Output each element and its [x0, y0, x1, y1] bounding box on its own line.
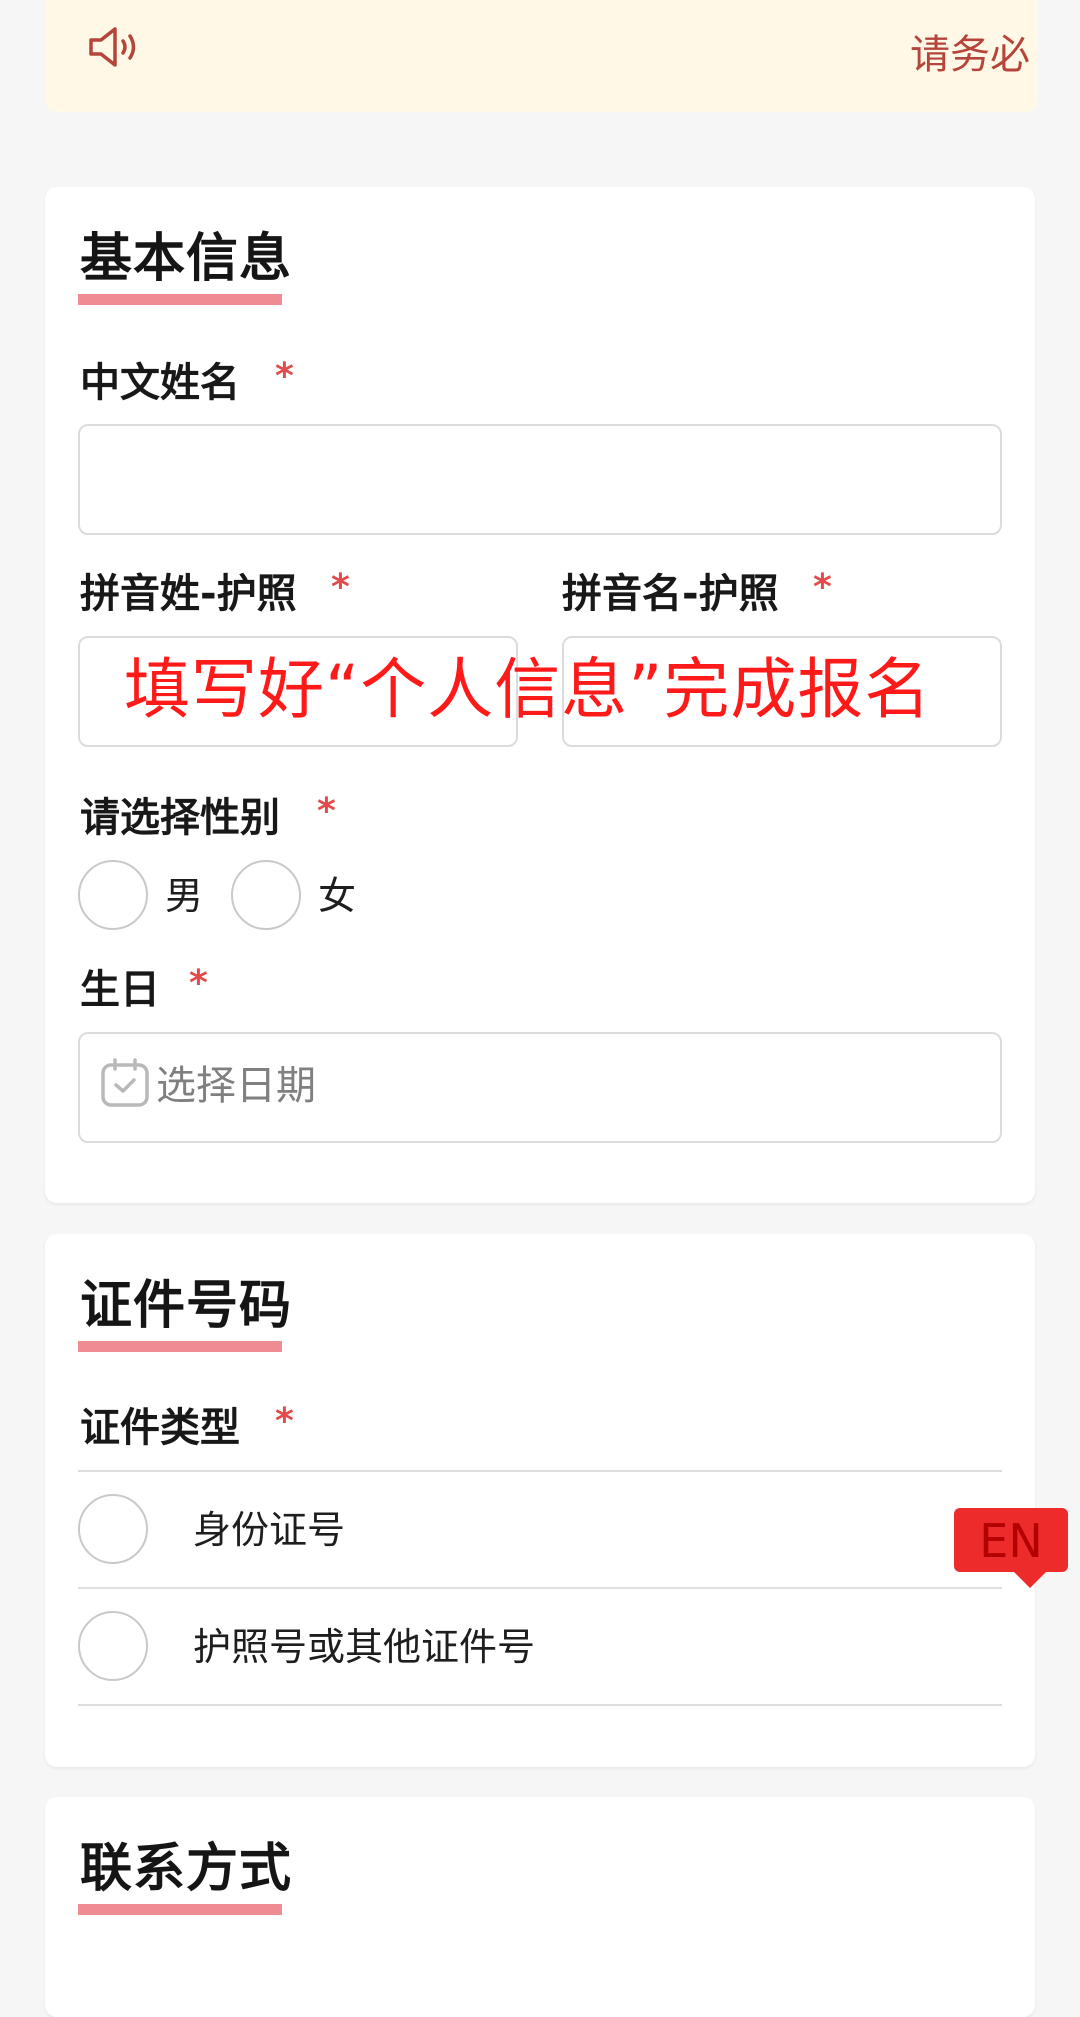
chinese-name-label: 中文姓名: [80, 360, 240, 406]
section-underline: [78, 1341, 282, 1352]
notice-marquee-text: 请务必: [910, 32, 1030, 78]
id-info-card: 证件号码 证件类型 * 身份证号 护照号或其他证件号: [45, 1234, 1035, 1767]
id-type-idcard-radio[interactable]: [78, 1494, 148, 1564]
section-title-contact: 联系方式: [80, 1839, 293, 1899]
required-mark: *: [275, 356, 294, 397]
surname-pinyin-label: 拼音姓-护照: [80, 571, 297, 617]
gender-female-radio[interactable]: [231, 860, 301, 930]
gender-female-label[interactable]: 女: [318, 877, 356, 915]
section-underline: [78, 1904, 282, 1915]
section-underline: [78, 294, 282, 305]
divider: [78, 1587, 1002, 1589]
birthday-label: 生日: [80, 967, 160, 1013]
notice-bar: 请务必: [45, 0, 1038, 112]
gender-male-label[interactable]: 男: [165, 877, 203, 915]
divider: [78, 1704, 1002, 1706]
divider: [78, 1470, 1002, 1472]
required-mark: *: [331, 567, 350, 608]
speaker-icon: [89, 27, 136, 67]
id-type-passport-radio[interactable]: [78, 1611, 148, 1681]
gender-label: 请选择性别: [80, 795, 280, 841]
given-name-pinyin-label: 拼音名-护照: [562, 571, 779, 617]
overlay-instruction-caption: 填写好“个人信息”完成报名: [124, 651, 932, 728]
language-switch-button[interactable]: EN: [954, 1508, 1068, 1588]
id-type-passport-label[interactable]: 护照号或其他证件号: [193, 1628, 535, 1666]
section-title-basic-info: 基本信息: [80, 229, 293, 289]
gender-male-radio[interactable]: [78, 860, 148, 930]
birthday-date-picker[interactable]: 选择日期: [78, 1032, 1002, 1143]
required-mark: *: [189, 963, 208, 1004]
section-title-id-info: 证件号码: [80, 1276, 293, 1336]
required-mark: *: [317, 791, 336, 832]
contact-card: 联系方式: [45, 1797, 1035, 2017]
chinese-name-input[interactable]: [78, 424, 1002, 535]
birthday-placeholder: 选择日期: [156, 1063, 316, 1109]
id-type-idcard-label[interactable]: 身份证号: [193, 1511, 345, 1549]
required-mark: *: [275, 1401, 294, 1442]
required-mark: *: [813, 567, 832, 608]
calendar-icon: [101, 1058, 149, 1107]
id-type-label: 证件类型: [80, 1405, 240, 1451]
